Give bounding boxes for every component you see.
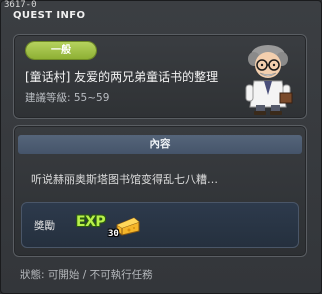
content-header: 內容	[18, 135, 302, 154]
quest-level-recommendation: 建議等級: 55~59	[25, 92, 110, 104]
quest-info-window: 3617-0 QUEST INFO 一般 [童话村] 友爱的两兄弟童话书的整理 …	[0, 0, 322, 294]
quest-category-badge: 一般	[26, 42, 96, 59]
exp-icon[interactable]: EXP	[76, 214, 106, 230]
reward-box: 獎勵 EXP 30	[21, 202, 299, 248]
npc-portrait-icon	[245, 45, 293, 115]
quest-summary-card: 一般 [童话村] 友爱的两兄弟童话书的整理 建議等級: 55~59	[13, 34, 307, 119]
window-title: QUEST INFO	[13, 10, 86, 21]
quest-detail-card: 內容 听说赫丽奥斯塔图书馆变得乱七八糟… 獎勵 EXP 30	[13, 125, 307, 257]
quest-status: 狀態: 可開始 / 不可執行任務	[20, 269, 153, 281]
reward-label: 獎勵	[34, 220, 55, 232]
reward-item-count: 30	[108, 229, 119, 239]
quest-name: [童话村] 友爱的两兄弟童话书的整理	[25, 70, 219, 84]
quest-description: 听说赫丽奥斯塔图书馆变得乱七八糟…	[31, 173, 218, 186]
